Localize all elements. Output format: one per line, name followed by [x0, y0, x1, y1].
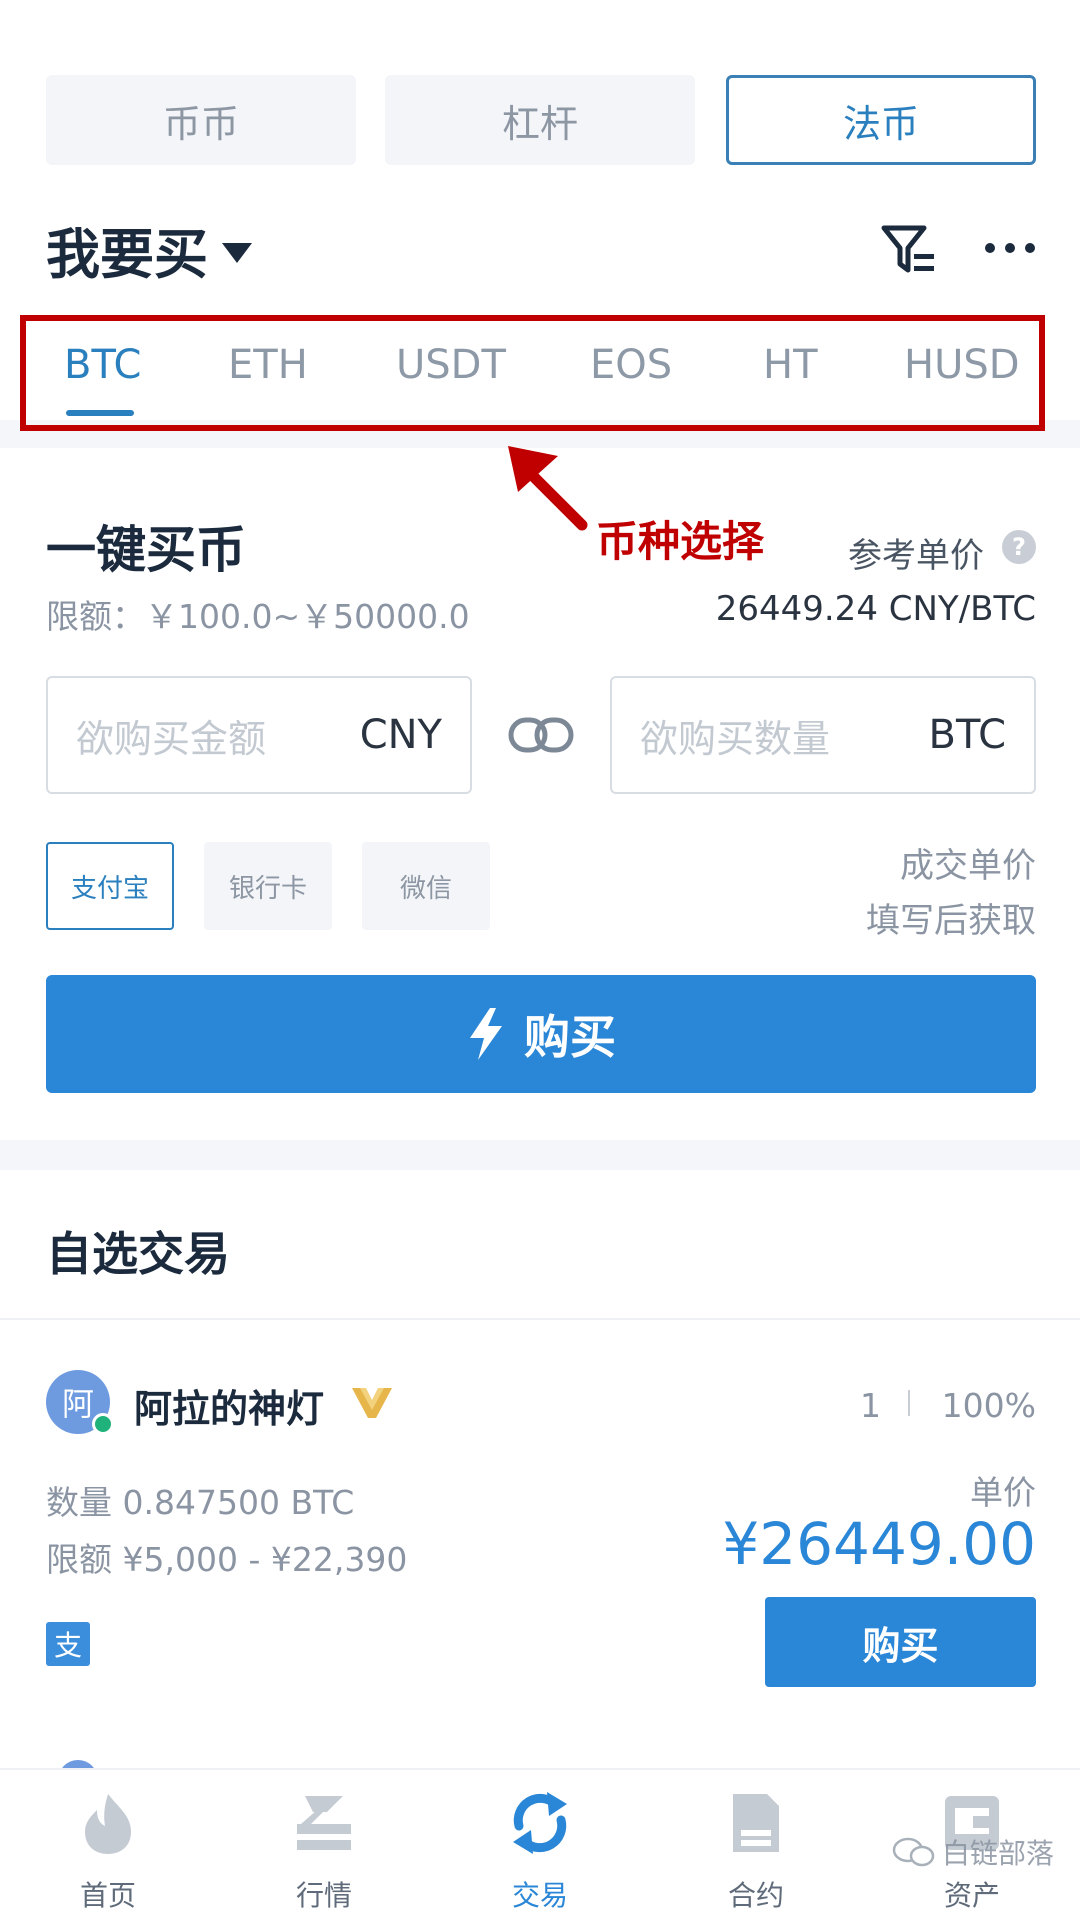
- tab-trade[interactable]: 交易: [432, 1778, 648, 1918]
- section-separator: [0, 1140, 1080, 1170]
- online-indicator: [92, 1413, 114, 1435]
- filter-icon[interactable]: [880, 222, 938, 278]
- pay-method-bank[interactable]: 银行卡: [204, 842, 332, 930]
- tab-spot[interactable]: 币币: [46, 75, 356, 165]
- amount-input[interactable]: 欲购买金额 CNY: [46, 676, 472, 794]
- tab-home[interactable]: 首页: [0, 1778, 216, 1918]
- merchant-buy-label: 购买: [862, 1623, 939, 1668]
- merchant-limit: 限额 ¥5,000 - ¥22,390: [46, 1540, 408, 1579]
- ref-price-value: 26449.24 CNY/BTC: [715, 589, 1036, 629]
- market-icon: [297, 1796, 351, 1850]
- mode-title: 我要买: [46, 223, 208, 286]
- amount-placeholder: 欲购买金额: [76, 716, 267, 761]
- verified-badge-icon: [352, 1388, 392, 1418]
- buy-limit: 限额：￥100.0~￥50000.0: [46, 597, 470, 636]
- exchange-icon: [513, 1792, 567, 1854]
- ref-price-label: 参考单价: [848, 536, 984, 576]
- merchant-price: ¥26449.00: [722, 1510, 1036, 1578]
- deal-price-hint-2: 填写后获取: [866, 901, 1036, 941]
- flame-icon: [85, 1794, 131, 1854]
- more-icon[interactable]: [982, 240, 1038, 256]
- watermark: 白链部落: [892, 1832, 1054, 1872]
- contract-icon: [733, 1794, 779, 1852]
- quantity-placeholder: 欲购买数量: [640, 716, 831, 761]
- coin-selection-highlight: [20, 315, 1045, 431]
- tab-assets-label: 资产: [943, 1879, 1000, 1912]
- quick-buy-label: 购买: [524, 1010, 616, 1064]
- help-icon[interactable]: ?: [1002, 530, 1036, 564]
- tab-home-label: 首页: [79, 1879, 136, 1912]
- quantity-input[interactable]: 欲购买数量 BTC: [610, 676, 1036, 794]
- price-label: 单价: [970, 1473, 1036, 1512]
- merchant-buy-button[interactable]: 购买: [765, 1597, 1036, 1687]
- tab-trade-label: 交易: [511, 1879, 568, 1912]
- wechat-icon: [892, 1837, 935, 1867]
- merchant-name[interactable]: 阿拉的神灯: [134, 1378, 324, 1433]
- order-count: 1: [860, 1386, 881, 1425]
- tab-contract-label: 合约: [727, 1879, 784, 1912]
- lightning-icon: [470, 1008, 502, 1060]
- tab-market-label: 行情: [295, 1879, 352, 1912]
- watermark-text: 白链部落: [942, 1837, 1055, 1870]
- link-icon: [508, 717, 574, 753]
- avatar-char: 阿: [61, 1385, 94, 1423]
- alipay-badge-label: 支: [53, 1629, 82, 1662]
- annotation-arrow-icon: [508, 446, 588, 531]
- divider: [0, 1318, 1080, 1320]
- pay-method-wechat[interactable]: 微信: [362, 842, 490, 930]
- tab-contract[interactable]: 合约: [648, 1778, 864, 1918]
- annotation-label: 币种选择: [596, 517, 765, 566]
- quick-buy-button[interactable]: 购买: [46, 975, 1036, 1093]
- alipay-badge: 支: [46, 1622, 90, 1666]
- quick-buy-title: 一键买币: [46, 521, 246, 579]
- selected-trade-title: 自选交易: [46, 1227, 230, 1281]
- quantity-unit: BTC: [928, 712, 1006, 758]
- buy-sell-toggle[interactable]: 我要买: [46, 210, 252, 289]
- tab-market[interactable]: 行情: [216, 1778, 432, 1918]
- merchant-quantity: 数量 0.847500 BTC: [46, 1483, 355, 1522]
- tab-margin[interactable]: 杠杆: [385, 75, 695, 165]
- stat-divider: [908, 1390, 910, 1416]
- completion-rate: 100%: [941, 1386, 1036, 1425]
- tab-fiat[interactable]: 法币: [726, 75, 1036, 165]
- caret-down-icon: [222, 242, 252, 263]
- pay-method-alipay[interactable]: 支付宝: [46, 842, 174, 930]
- deal-price-hint: 成交单价: [900, 846, 1036, 886]
- amount-unit: CNY: [359, 712, 442, 758]
